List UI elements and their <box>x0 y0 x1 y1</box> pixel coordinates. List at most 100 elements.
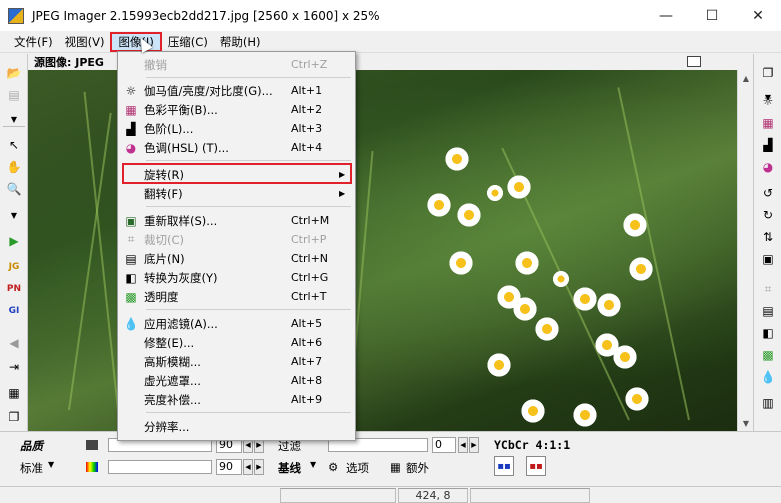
ycbcr-label: YCbCr 4:1:1 <box>494 438 571 452</box>
scroll-down-icon[interactable]: ▼ <box>738 415 754 431</box>
menu-file[interactable]: 文件(F) <box>8 32 59 52</box>
quality-label: 品质 <box>20 439 43 453</box>
menu-help[interactable]: 帮助(H) <box>214 32 267 52</box>
filter-drop-icon[interactable]: 💧 <box>758 368 778 386</box>
status-coords: 424, 8 <box>398 488 468 503</box>
chevron-down-icon[interactable]: ▼ <box>4 206 24 224</box>
menu-unsharp-mask[interactable]: 虚光遮罩... Alt+8 <box>120 371 353 390</box>
filter-value[interactable]: 0 <box>432 437 456 453</box>
gif-icon[interactable]: GI <box>4 302 24 320</box>
menu-undo[interactable]: 撤销 Ctrl+Z <box>120 55 353 74</box>
settings-icon[interactable]: ▥ <box>758 394 778 412</box>
menu-negative[interactable]: ▤ 底片(N) Ctrl+N <box>120 249 353 268</box>
grayscale-icon[interactable]: ◧ <box>758 324 778 342</box>
undo-icon <box>123 57 139 73</box>
baseline-dropdown[interactable]: 基线 <box>278 460 301 476</box>
spin-left-icon[interactable]: ◀ <box>243 459 253 475</box>
chevron-down-icon[interactable]: ▼ <box>48 460 54 469</box>
menu-crop[interactable]: ⌗ 裁切(C) Ctrl+P <box>120 230 353 249</box>
convert-icon[interactable]: ▶ <box>4 232 24 250</box>
menu-transparency[interactable]: ▩ 透明度 Ctrl+T <box>120 287 353 306</box>
duplicate-icon[interactable]: ❐ <box>758 64 778 82</box>
menu-grayscale[interactable]: ◧ 转换为灰度(Y) Ctrl+G <box>120 268 353 287</box>
left-toolbar: 📂 ▤ ▼ ↖ ✋ 🔍 ▼ ▶ JG PN GI ◀ ⇥ ▦ ❐ <box>0 54 28 431</box>
rotate-left-icon[interactable]: ↺ <box>758 184 778 202</box>
subsample-icon-1[interactable]: ▪▪ <box>494 456 514 476</box>
hand-icon[interactable]: ✋ <box>4 158 24 176</box>
negative-icon[interactable]: ▤ <box>758 302 778 320</box>
status-bar: 424, 8 <box>0 486 781 503</box>
extra-button[interactable]: 额外 <box>406 460 429 476</box>
resample-icon[interactable]: ▣ <box>758 250 778 268</box>
maximize-button[interactable]: ☐ <box>689 0 735 31</box>
resample-icon: ▣ <box>125 213 137 228</box>
gear-icon[interactable]: ⚙ <box>328 460 338 474</box>
window-mini-box[interactable] <box>687 56 701 67</box>
levels-icon: ▟ <box>126 121 136 136</box>
spin-right-icon[interactable]: ▶ <box>469 437 479 453</box>
source-image-label: 源图像: JPEG <box>34 56 104 69</box>
color-balance-icon: ▦ <box>125 102 137 117</box>
menu-gamma[interactable]: ☼ 伽马值/亮度/对比度(G)... Alt+1 <box>120 81 353 100</box>
menu-flip[interactable]: 翻转(F) ▶ <box>120 184 353 203</box>
menu-apply-filter[interactable]: 💧 应用滤镜(A)... Alt+5 <box>120 314 353 333</box>
menu-compress[interactable]: 压缩(C) <box>162 32 214 52</box>
quality-slider-2[interactable] <box>108 460 212 474</box>
window-controls: — ☐ ✕ <box>643 0 781 31</box>
rotate-right-icon[interactable]: ↻ <box>758 206 778 224</box>
right-toolbar: ❐ ▼ ☼ ▦ ▟ ◕ ↺ ↻ ⇅ ▣ ⌗ ▤ ◧ ▩ 💧 ▥ <box>753 54 781 431</box>
hue-wheel-icon: ◕ <box>125 140 137 155</box>
close-button[interactable]: ✕ <box>735 0 781 31</box>
standard-dropdown[interactable]: 标准 <box>20 460 43 476</box>
color-balance-icon[interactable]: ▦ <box>758 114 778 132</box>
rotate-highlight-box <box>122 163 352 184</box>
menu-retouch[interactable]: 修整(E)... Alt+6 <box>120 333 353 352</box>
subsample-icon-2[interactable]: ▪▪ <box>526 456 546 476</box>
transparency-icon[interactable]: ▩ <box>758 346 778 364</box>
menu-hue-hsl[interactable]: ◕ 色调(HSL) (T)... Alt+4 <box>120 138 353 157</box>
window-title: JPEG Imager 2.15993ecb2dd217.jpg [2560 x… <box>32 8 380 23</box>
levels-icon[interactable]: ▟ <box>758 136 778 154</box>
chevron-down-icon[interactable]: ▼ <box>310 460 316 469</box>
zoom-icon[interactable]: 🔍 <box>4 180 24 198</box>
dark-swatch-icon <box>86 440 98 450</box>
jpg-icon[interactable]: JG <box>4 258 24 276</box>
open-folder-icon[interactable]: 📂 <box>4 64 24 82</box>
grayscale-icon: ◧ <box>125 270 137 285</box>
menu-color-balance[interactable]: ▦ 色彩平衡(B)... Alt+2 <box>120 100 353 119</box>
hue-wheel-icon[interactable]: ◕ <box>758 158 778 176</box>
copy-icon[interactable]: ❐ <box>4 408 24 426</box>
menu-bar: 文件(F) 视图(V) 图像(I) 压缩(C) 帮助(H) <box>0 31 781 53</box>
filter-drop-icon: 💧 <box>123 316 139 331</box>
extra-icon[interactable]: ▦ <box>390 460 401 474</box>
crop-icon[interactable]: ⌗ <box>758 280 778 298</box>
menu-view[interactable]: 视图(V) <box>59 32 111 52</box>
minimize-button[interactable]: — <box>643 0 689 31</box>
sun-icon[interactable]: ☼ <box>758 92 778 110</box>
back-icon[interactable]: ◀ <box>4 334 24 352</box>
crop-icon: ⌗ <box>127 232 135 246</box>
vertical-scrollbar[interactable]: ▲ ▼ <box>737 70 753 431</box>
paste-icon[interactable]: ▤ <box>4 86 24 104</box>
options-button[interactable]: 选项 <box>346 460 369 476</box>
spin-right-icon[interactable]: ▶ <box>254 459 264 475</box>
status-cell-1 <box>280 488 396 503</box>
image-menu-dropdown: 撤销 Ctrl+Z ☼ 伽马值/亮度/对比度(G)... Alt+1 ▦ 色彩平… <box>117 51 356 441</box>
status-cell-3 <box>470 488 590 503</box>
menu-resample[interactable]: ▣ 重新取样(S)... Ctrl+M <box>120 211 353 230</box>
scroll-up-icon[interactable]: ▲ <box>738 70 754 86</box>
png-icon[interactable]: PN <box>4 280 24 298</box>
arrow-cursor-icon[interactable]: ↖ <box>4 136 24 154</box>
menu-resolution[interactable]: 分辨率... <box>120 417 353 436</box>
menu-brightness-compensation[interactable]: 亮度补偿... Alt+9 <box>120 390 353 409</box>
spin-left-icon[interactable]: ◀ <box>458 437 468 453</box>
print-icon[interactable]: ▦ <box>4 384 24 402</box>
sun-icon: ☼ <box>125 83 137 98</box>
app-icon <box>8 7 24 24</box>
menu-levels[interactable]: ▟ 色阶(L)... Alt+3 <box>120 119 353 138</box>
flip-icon[interactable]: ⇅ <box>758 228 778 246</box>
export-icon[interactable]: ⇥ <box>4 358 24 376</box>
title-bar: JPEG Imager 2.15993ecb2dd217.jpg [2560 x… <box>0 0 781 31</box>
menu-gaussian-blur[interactable]: 高斯模糊... Alt+7 <box>120 352 353 371</box>
quality-value-2[interactable]: 90 <box>216 459 242 475</box>
